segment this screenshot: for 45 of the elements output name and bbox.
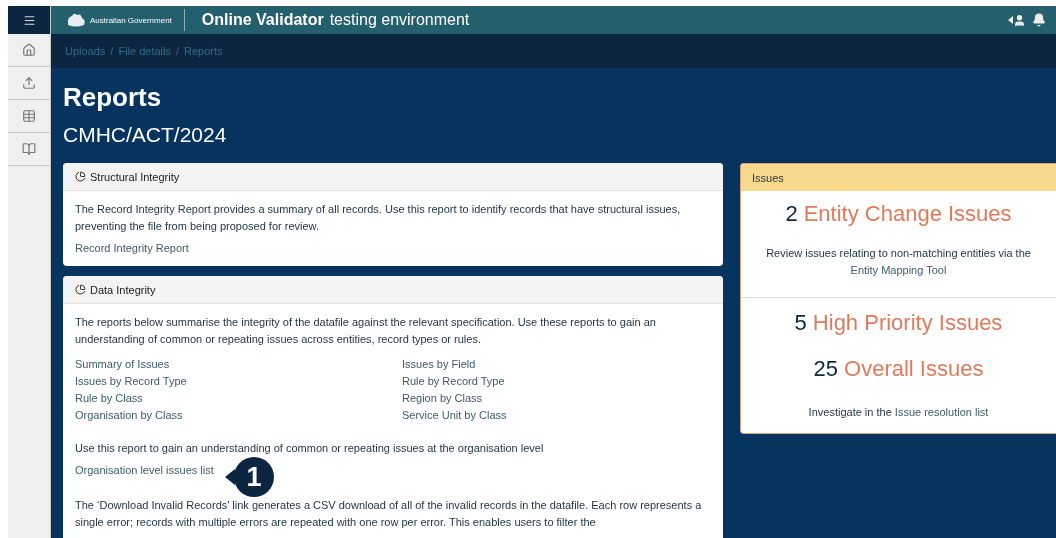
menu-button[interactable] bbox=[8, 6, 50, 34]
app-name: Online Validator bbox=[201, 11, 324, 29]
government-label: Australian Government bbox=[90, 15, 172, 25]
notification-bell-icon[interactable] bbox=[1032, 13, 1046, 27]
card-description: The Record Integrity Report provides a summary of all records. Use this report to identify records that have structural issues, preventing the file from being proposed for review. bbox=[75, 202, 682, 234]
org-report-description: Use this report to gain an understanding of common or repeating issues at the organisation level bbox=[75, 441, 545, 456]
report-link[interactable]: Issues by Field bbox=[402, 358, 476, 370]
menu-icon bbox=[22, 13, 36, 27]
breadcrumb-separator: / bbox=[176, 45, 180, 57]
callout-pointer-icon bbox=[225, 469, 235, 485]
report-link[interactable]: Region by Class bbox=[402, 392, 483, 404]
pie-chart-icon bbox=[75, 171, 86, 182]
breadcrumb-separator: / bbox=[110, 45, 114, 57]
card-title: Structural Integrity bbox=[90, 170, 180, 183]
report-link[interactable]: Organisation level issues list bbox=[75, 462, 214, 479]
home-icon bbox=[22, 43, 36, 57]
report-link[interactable]: Rule by Class bbox=[75, 392, 143, 404]
entity-mapping-link[interactable]: Entity Mapping Tool bbox=[850, 264, 947, 276]
card-description: The reports below summarise the integrity of the datafile against the relevant specification. Use these reports to gain an understanding of common or repeating issues across entities, record types or rules. bbox=[75, 315, 657, 347]
user-icon bbox=[1013, 13, 1026, 27]
report-link[interactable]: Organisation by Class bbox=[75, 409, 183, 421]
caret-icon bbox=[1008, 16, 1013, 24]
report-link[interactable]: Rule by Record Type bbox=[402, 375, 505, 387]
entity-note: Review issues relating to non-matching entities via the Entity Mapping Tool bbox=[765, 246, 1032, 278]
card-title: Data Integrity bbox=[90, 283, 156, 296]
download-description: The ‘Download Invalid Records’ link generates a CSV download of all of the invalid records in the datafile. Each row represents a single error; records with multiple errors are repeated with one row per error. This enables users to filter the bbox=[75, 498, 703, 530]
issue-resolution-link[interactable]: Issue resolution list bbox=[894, 406, 989, 418]
environment-label: testing environment bbox=[329, 11, 470, 29]
investigate-note: Investigate in the Issue resolution list bbox=[807, 405, 990, 420]
issue-count-stat: 5 High Priority Issues bbox=[793, 310, 1004, 336]
pie-chart-icon bbox=[75, 284, 86, 295]
report-link[interactable]: Service Unit by Class bbox=[402, 409, 507, 421]
book-icon bbox=[22, 142, 36, 156]
user-menu-button[interactable] bbox=[1008, 13, 1026, 27]
page-subtitle: CMHC/ACT/2024 bbox=[63, 123, 228, 147]
step-number-badge: 1 bbox=[234, 457, 274, 497]
report-link[interactable]: Summary of Issues bbox=[75, 358, 170, 370]
entity-change-issues-stat: 2 Entity Change Issues bbox=[784, 201, 1013, 227]
issues-card-title: Issues bbox=[741, 164, 1056, 191]
report-link[interactable]: Issues by Record Type bbox=[75, 375, 187, 387]
upload-icon bbox=[22, 76, 36, 90]
table-icon bbox=[22, 109, 36, 123]
page-title: Reports bbox=[63, 82, 163, 113]
issue-count-stat: 25 Overall Issues bbox=[812, 356, 985, 382]
report-link[interactable]: Record Integrity Report bbox=[75, 242, 189, 254]
